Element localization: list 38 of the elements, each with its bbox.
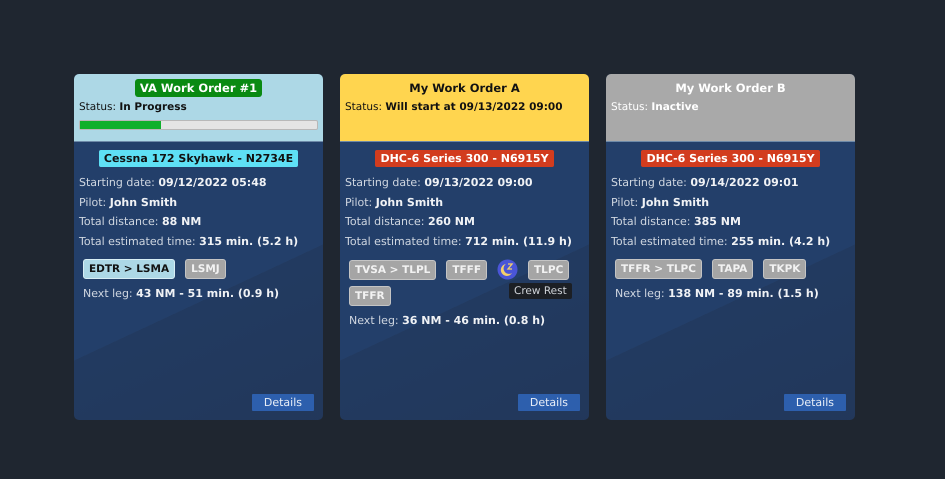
info-line: Starting date: 09/13/2022 09:00: [345, 175, 534, 191]
details-button[interactable]: Details: [784, 394, 846, 411]
crew-rest-icon[interactable]: [497, 259, 518, 280]
leg-chip: TFFR: [349, 286, 391, 306]
status-text: Status: In Progress: [79, 101, 188, 113]
next-leg-text: Next leg: 36 NM - 46 min. (0.8 h): [349, 313, 546, 329]
leg-chip: TKPK: [763, 259, 806, 279]
tooltip: Crew Rest: [509, 283, 572, 299]
info-line: Starting date: 09/12/2022 05:48: [79, 175, 268, 191]
details-button[interactable]: Details: [518, 394, 580, 411]
work-order-title: My Work Order B: [674, 80, 787, 97]
leg-chip: EDTR > LSMA: [83, 259, 176, 279]
status-text: Status: Inactive: [611, 101, 700, 113]
info-line: Pilot: John Smith: [345, 194, 444, 210]
leg-chip: TAPA: [712, 259, 754, 279]
leg-chip: LSMJ: [185, 259, 226, 279]
status-text: Status: Will start at 09/13/2022 09:00: [345, 101, 564, 113]
leg-chip: TLPC: [528, 260, 570, 280]
info-line: Total estimated time: 315 min. (5.2 h): [79, 234, 300, 250]
info-line: Total distance: 88 NM: [79, 214, 202, 230]
work-order-title: My Work Order A: [408, 80, 521, 97]
work-order-title-badge: VA Work Order #1: [134, 79, 262, 97]
info-line: Total estimated time: 712 min. (11.9 h): [345, 234, 573, 250]
info-line: Pilot: John Smith: [611, 194, 710, 210]
next-leg-text: Next leg: 138 NM - 89 min. (1.5 h): [615, 286, 820, 302]
leg-chip: TVSA > TLPL: [349, 260, 436, 280]
info-line: Total distance: 385 NM: [611, 214, 742, 230]
aircraft-tag: DHC-6 Series 300 - N6915Y: [375, 150, 554, 167]
info-line: Total distance: 260 NM: [345, 214, 476, 230]
aircraft-tag: DHC-6 Series 300 - N6915Y: [641, 150, 820, 167]
leg-chip: TFFF: [446, 260, 488, 280]
aircraft-tag: Cessna 172 Skyhawk - N2734E: [98, 150, 298, 167]
info-line: Pilot: John Smith: [79, 194, 178, 210]
details-button[interactable]: Details: [252, 394, 314, 411]
next-leg-text: Next leg: 43 NM - 51 min. (0.9 h): [83, 286, 280, 302]
info-line: Total estimated time: 255 min. (4.2 h): [611, 234, 832, 250]
info-line: Starting date: 09/14/2022 09:01: [611, 175, 800, 191]
leg-chip: TFFR > TLPC: [615, 259, 702, 279]
